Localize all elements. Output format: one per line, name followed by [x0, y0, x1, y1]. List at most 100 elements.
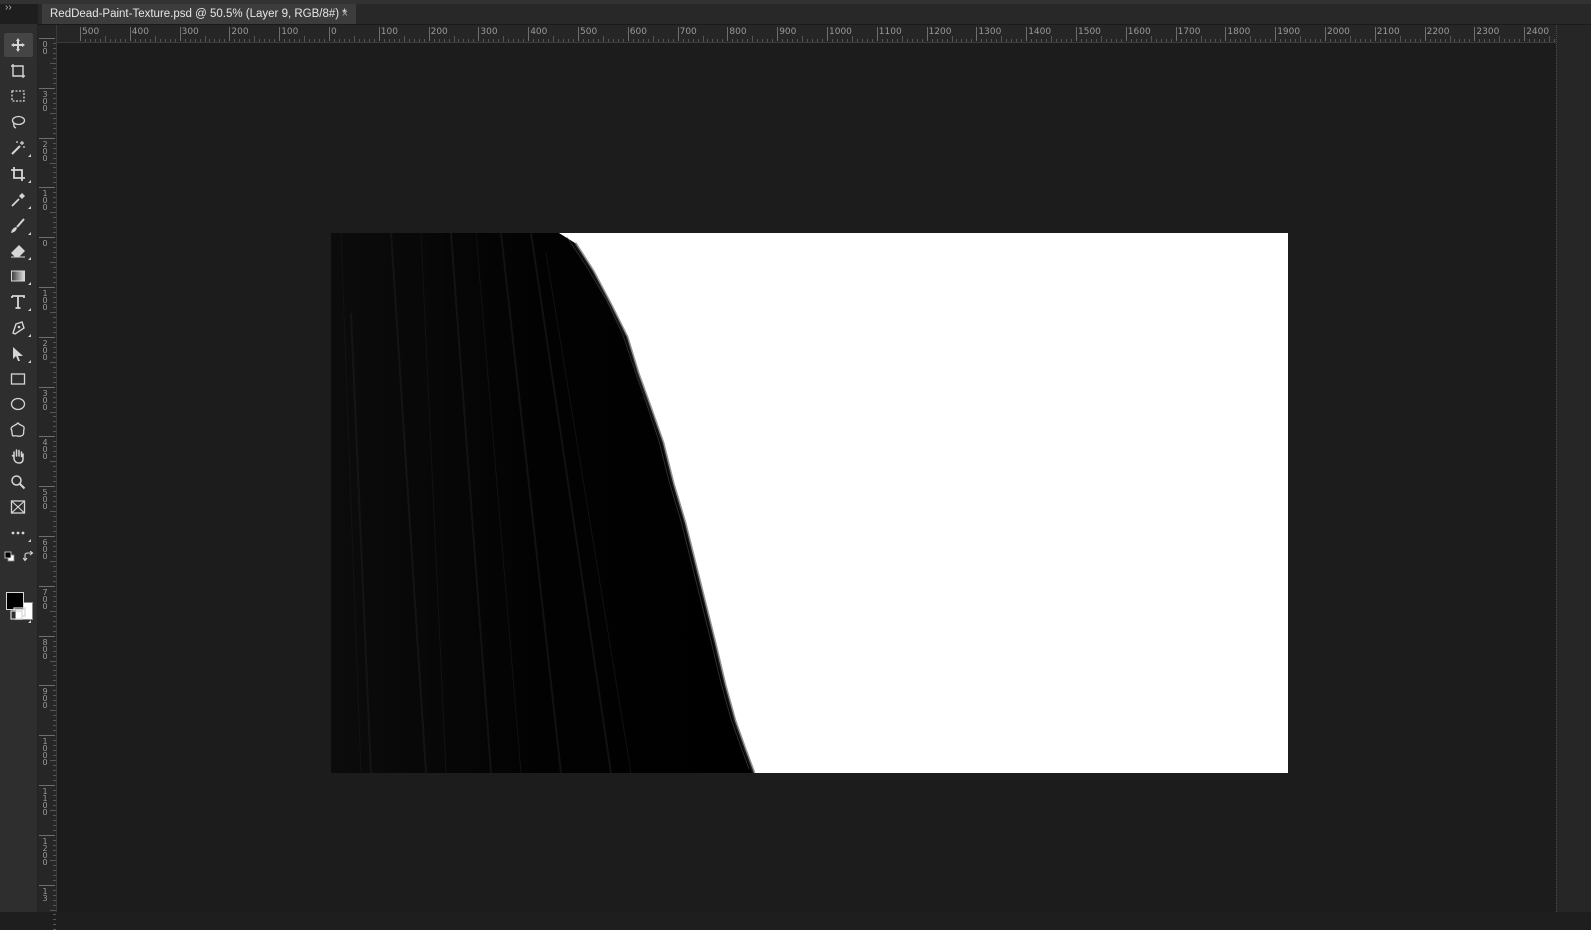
- ruler-minor-tick: [53, 670, 56, 672]
- ruler-minor-tick: [986, 39, 988, 42]
- ruler-minor-tick: [413, 39, 415, 42]
- move-icon: [11, 38, 25, 52]
- ruler-minor-tick: [53, 839, 56, 841]
- ellipse-tool[interactable]: [4, 392, 33, 416]
- brush-tool[interactable]: [4, 214, 33, 238]
- ruler-minor-tick: [1220, 39, 1222, 42]
- ruler-minor-tick: [53, 291, 56, 293]
- ruler-minor-tick: [53, 47, 56, 49]
- collapse-panel-icon[interactable]: ››: [2, 2, 35, 16]
- ruler-minor-tick: [981, 39, 983, 42]
- ruler-minor-tick: [53, 351, 56, 353]
- swap-colors-icon[interactable]: [22, 549, 34, 562]
- ruler-minor-tick: [1369, 39, 1371, 42]
- ruler-minor-tick: [891, 39, 893, 42]
- ruler-minor-tick: [53, 720, 56, 722]
- eraser-tool[interactable]: [4, 239, 33, 263]
- ruler-minor-tick: [50, 859, 56, 861]
- ruler-minor-tick: [403, 36, 405, 42]
- ruler-minor-tick: [1549, 36, 1551, 42]
- arrow-icon: [13, 347, 23, 361]
- ruler-major-tick: [876, 27, 878, 41]
- ruler-minor-tick: [463, 39, 465, 42]
- gradient-tool[interactable]: [4, 264, 33, 288]
- ruler-minor-tick: [53, 655, 56, 657]
- ruler-minor-tick: [1180, 39, 1182, 42]
- type-tool[interactable]: [4, 290, 33, 314]
- ruler-major-tick: [229, 27, 231, 41]
- ruler-major-tick: [1275, 27, 1277, 41]
- ruler-minor-tick: [956, 39, 958, 42]
- ruler-major-tick: [976, 27, 978, 41]
- ruler-minor-tick: [1210, 39, 1212, 42]
- ruler-minor-tick: [204, 36, 206, 42]
- ruler-minor-tick: [53, 879, 56, 881]
- ruler-label: 200: [42, 338, 48, 362]
- ruler-minor-tick: [548, 39, 550, 42]
- ruler-label: 400: [42, 438, 48, 462]
- ruler-minor-tick: [533, 39, 535, 42]
- ruler-minor-tick: [772, 39, 774, 42]
- frame-tool[interactable]: [4, 495, 33, 519]
- horizontal-ruler[interactable]: 500 400 300 200 100 0 100 200 300 400 500 600 700 800…: [56, 25, 1571, 43]
- magic-wand-tool[interactable]: [4, 136, 33, 160]
- ruler-major-tick: [1076, 27, 1077, 41]
- ruler-minor-tick: [338, 39, 340, 42]
- ruler-minor-tick: [53, 301, 56, 303]
- ruler-minor-tick: [348, 39, 350, 42]
- ruler-minor-tick: [1489, 39, 1491, 42]
- ruler-minor-tick: [53, 42, 56, 44]
- ruler-minor-tick: [53, 650, 56, 652]
- ruler-major-tick: [39, 635, 55, 637]
- ruler-minor-tick: [353, 36, 355, 42]
- document-tab[interactable]: RedDead-Paint-Texture.psd @ 50.5% (Layer…: [42, 4, 356, 24]
- ruler-minor-tick: [289, 39, 291, 42]
- ruler-minor-tick: [53, 316, 56, 318]
- pen-tool[interactable]: [4, 316, 33, 340]
- ruler-minor-tick: [1160, 39, 1162, 42]
- custom-shape-tool[interactable]: [4, 418, 33, 442]
- eyedropper-tool[interactable]: [4, 188, 33, 212]
- document-canvas[interactable]: [331, 233, 1288, 773]
- edit-toolbar[interactable]: [4, 521, 33, 545]
- move-tool[interactable]: [4, 33, 33, 57]
- ruler-label: 300: [181, 27, 199, 37]
- ruler-minor-tick: [453, 36, 455, 42]
- rectangular-marquee-tool[interactable]: [4, 84, 33, 108]
- ruler-minor-tick: [53, 167, 56, 169]
- ruler-minor-tick: [53, 172, 56, 174]
- ruler-minor-tick: [53, 680, 56, 682]
- hand-tool[interactable]: [4, 444, 33, 468]
- zoom-tool[interactable]: [4, 470, 33, 494]
- ruler-minor-tick: [657, 39, 659, 42]
- lasso-tool[interactable]: [4, 110, 33, 134]
- ruler-minor-tick: [896, 39, 898, 42]
- lasso-icon: [11, 115, 26, 129]
- ruler-minor-tick: [1389, 39, 1391, 42]
- ruler-minor-tick: [866, 39, 868, 42]
- default-colors-icon[interactable]: [4, 549, 15, 562]
- document-tab-bar: RedDead-Paint-Texture.psd @ 50.5% (Layer…: [38, 4, 1591, 25]
- ruler-minor-tick: [274, 39, 276, 42]
- ruler-minor-tick: [53, 421, 56, 423]
- ruler-minor-tick: [757, 39, 759, 42]
- ruler-minor-tick: [737, 39, 739, 42]
- crop-tool[interactable]: [4, 162, 33, 186]
- screen-mode-tool[interactable]: [4, 602, 33, 626]
- vertical-ruler[interactable]: 0030020010001002003004005006007008009001…: [38, 25, 57, 930]
- ruler-minor-tick: [194, 39, 196, 42]
- ruler-minor-tick: [1100, 36, 1102, 42]
- ruler-major-tick: [1474, 27, 1476, 41]
- ruler-minor-tick: [797, 39, 799, 42]
- close-tab-icon[interactable]: ×: [342, 4, 348, 24]
- ruler-major-tick: [1175, 27, 1177, 41]
- ruler-minor-tick: [498, 39, 500, 42]
- artboard-tool[interactable]: [4, 59, 33, 83]
- ruler-minor-tick: [53, 526, 56, 528]
- rectangle-tool[interactable]: [4, 367, 33, 391]
- ruler-major-tick: [39, 536, 55, 537]
- ruler-minor-tick: [53, 765, 56, 767]
- path-selection-tool[interactable]: [4, 342, 33, 366]
- ruler-minor-tick: [239, 39, 241, 42]
- ruler-minor-tick: [1235, 39, 1237, 42]
